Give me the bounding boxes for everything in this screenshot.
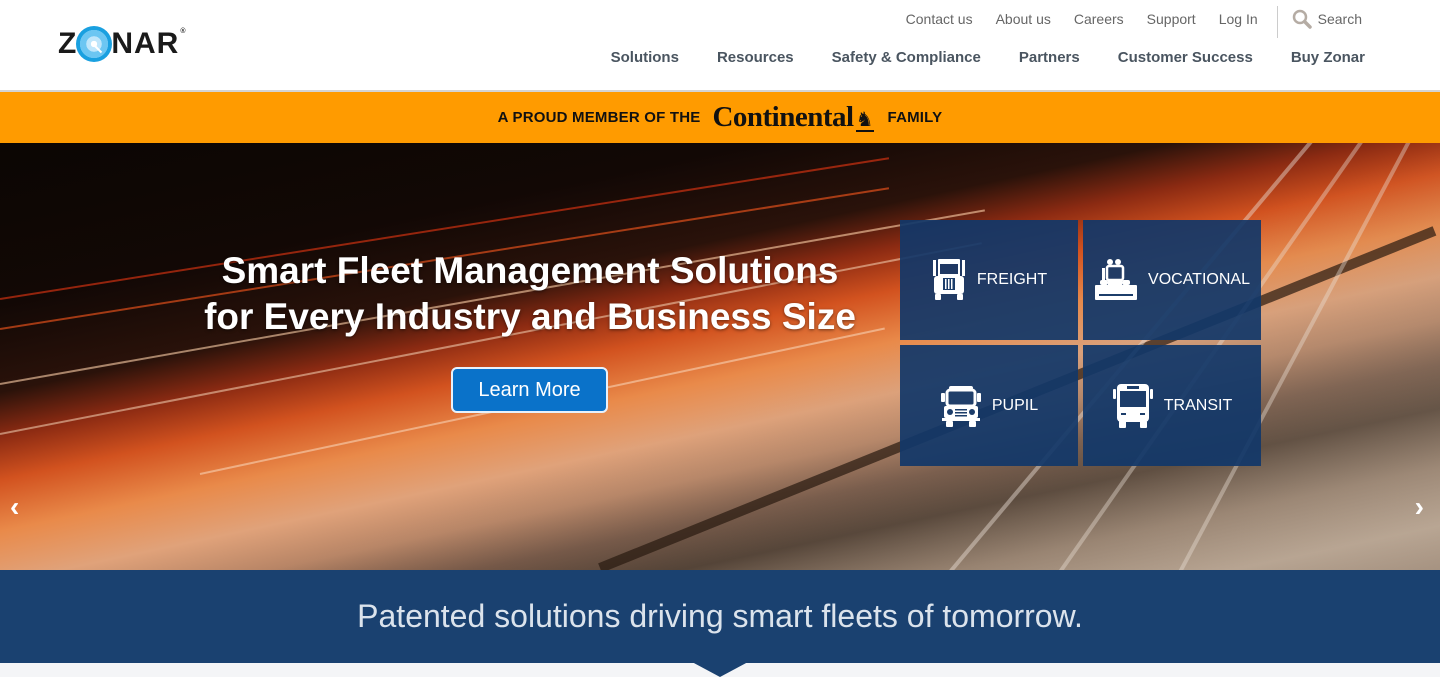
nav-resources[interactable]: Resources	[717, 49, 794, 66]
learn-more-button[interactable]: Learn More	[451, 367, 608, 413]
continental-suffix: FAMILY	[887, 109, 943, 126]
continental-banner: A PROUD MEMBER OF THE Continental ♞ FAMI…	[0, 92, 1440, 143]
tile-transit-label: TRANSIT	[1163, 396, 1233, 414]
tile-vocational[interactable]: VOCATIONAL	[1083, 220, 1261, 340]
utility-nav: Contact us About us Careers Support Log …	[883, 6, 1362, 38]
site-header: Z NAR ® Contact us About us Careers Supp…	[0, 0, 1440, 92]
zonar-logo[interactable]: Z NAR ®	[58, 26, 187, 62]
main-nav: Solutions Resources Safety & Compliance …	[573, 49, 1365, 66]
tagline-text: Patented solutions driving smart fleets …	[357, 598, 1083, 634]
search-icon	[1292, 9, 1312, 29]
semi-truck-icon	[932, 259, 965, 300]
tagline-banner: Patented solutions driving smart fleets …	[0, 570, 1440, 663]
transit-bus-icon	[1112, 383, 1153, 428]
tile-transit[interactable]: TRANSIT	[1083, 345, 1261, 466]
continental-prefix: A PROUD MEMBER OF THE	[497, 109, 701, 126]
logo-letter-z: Z	[58, 27, 78, 60]
chevron-left-icon: ‹	[10, 491, 20, 522]
hero-headline-line1: Smart Fleet Management Solutions	[221, 250, 839, 291]
continental-wordmark: Continental	[712, 101, 854, 133]
nav-divider	[1276, 6, 1278, 38]
plow-truck-icon	[1095, 259, 1138, 300]
nav-customer-success[interactable]: Customer Success	[1118, 49, 1253, 66]
carousel-next-button[interactable]: ›	[1415, 493, 1424, 521]
registered-mark: ®	[180, 28, 187, 35]
chevron-right-icon: ›	[1414, 491, 1424, 522]
banner-pointer-arrow	[692, 662, 748, 677]
tile-freight-label: FREIGHT	[976, 271, 1048, 288]
log-in-link[interactable]: Log In	[1219, 11, 1258, 27]
search-label: Search	[1317, 11, 1362, 27]
nav-buy-zonar[interactable]: Buy Zonar	[1291, 49, 1365, 66]
school-bus-icon	[940, 385, 981, 427]
support-link[interactable]: Support	[1147, 11, 1196, 27]
logo-letters-nar: NAR	[111, 27, 180, 60]
contact-us-link[interactable]: Contact us	[906, 11, 973, 27]
search-button[interactable]: Search	[1292, 9, 1362, 29]
tile-vocational-label: VOCATIONAL	[1148, 271, 1250, 288]
logo-wordmark: Z NAR ®	[58, 26, 187, 62]
nav-partners[interactable]: Partners	[1019, 49, 1080, 66]
tile-pupil-label: PUPIL	[991, 396, 1039, 414]
nav-solutions[interactable]: Solutions	[611, 49, 679, 66]
careers-link[interactable]: Careers	[1074, 11, 1124, 27]
tile-pupil[interactable]: PUPIL	[900, 345, 1078, 466]
horse-icon: ♞	[855, 109, 874, 132]
logo-target-icon	[76, 26, 113, 62]
industry-tiles: FREIGHT VOCATIONAL PUPIL TRANSIT	[900, 220, 1261, 466]
carousel-prev-button[interactable]: ‹	[10, 493, 19, 521]
hero-headline: Smart Fleet Management Solutions for Eve…	[180, 248, 880, 340]
about-us-link[interactable]: About us	[996, 11, 1051, 27]
tile-freight[interactable]: FREIGHT	[900, 220, 1078, 340]
continental-logo[interactable]: Continental ♞	[712, 101, 874, 133]
hero-headline-line2: for Every Industry and Business Size	[204, 296, 856, 337]
nav-safety-compliance[interactable]: Safety & Compliance	[832, 49, 981, 66]
